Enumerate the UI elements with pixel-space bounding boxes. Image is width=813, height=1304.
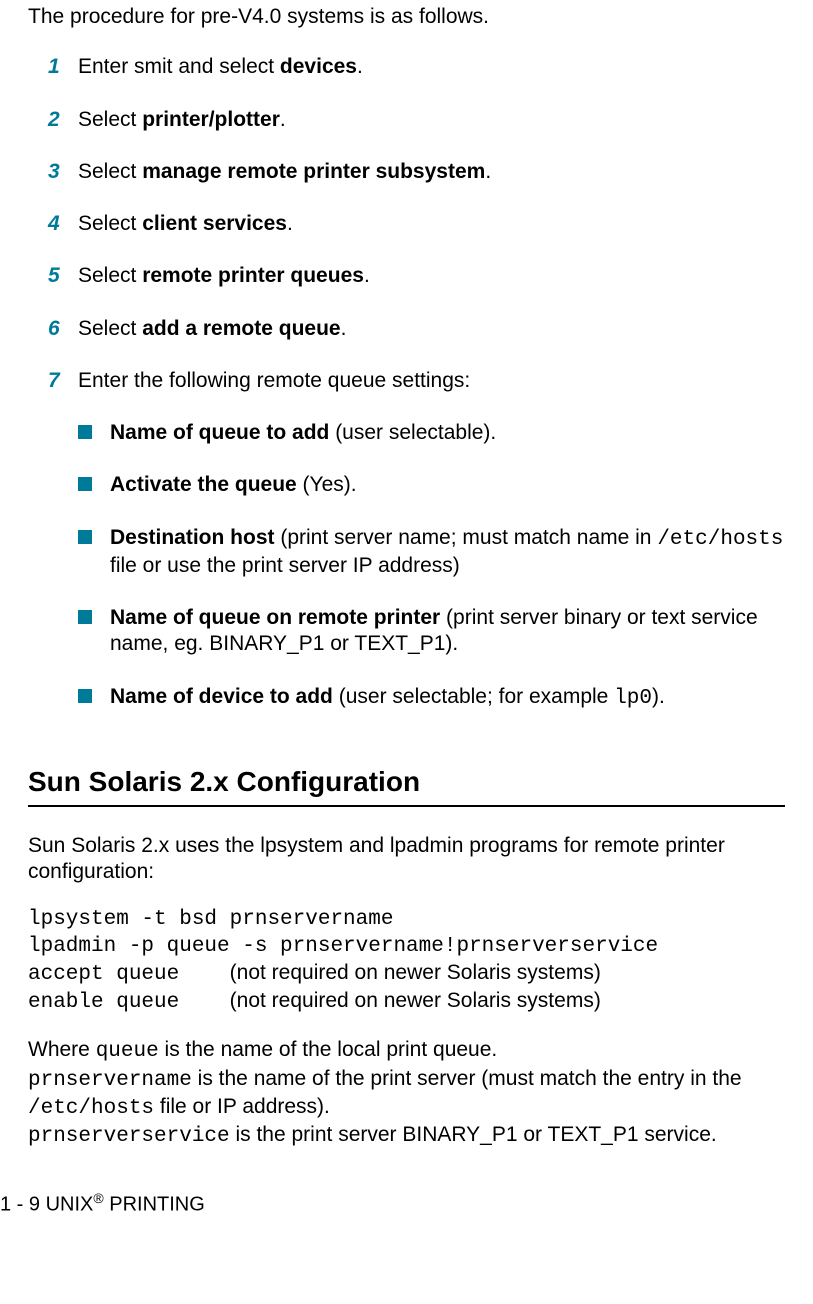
step-body: Select add a remote queue. <box>78 316 785 342</box>
bullet-mono: /etc/hosts <box>657 528 783 551</box>
bullet-text: (Yes). <box>297 473 357 496</box>
step-text-post: . <box>280 108 286 131</box>
solaris-intro-paragraph: Sun Solaris 2.x uses the lpsystem and lp… <box>28 833 785 886</box>
code-line: accept queue (not required on newer Sola… <box>28 960 785 988</box>
step-body: Select printer/plotter. <box>78 107 785 133</box>
bullet-body: Name of queue on remote printer (print s… <box>110 605 785 658</box>
bullet-body: Destination host (print server name; mus… <box>110 525 785 580</box>
step-number: 6 <box>48 316 78 342</box>
step-text-pre: Enter smit and select <box>78 55 280 78</box>
step-body: Select remote printer queues. <box>78 263 785 289</box>
bullet-body: Name of device to add (user selectable; … <box>110 684 785 712</box>
explain-text: file or IP address). <box>154 1095 330 1118</box>
bullet-text-a: (user selectable; for example <box>333 685 614 708</box>
bullet-item: Activate the queue (Yes). <box>78 472 785 498</box>
step-text-bold: add a remote queue <box>142 317 340 340</box>
step-number: 4 <box>48 211 78 237</box>
step-text-pre: Select <box>78 160 142 183</box>
step-text-bold: devices <box>280 55 357 78</box>
bullet-bold: Name of queue on remote printer <box>110 606 440 629</box>
square-bullet-icon <box>78 689 92 703</box>
step-7: 7 Enter the following remote queue setti… <box>48 368 785 738</box>
code-block: lpsystem -t bsd prnservername lpadmin -p… <box>28 907 785 1016</box>
step-text-post: . <box>287 212 293 235</box>
code-line: lpadmin -p queue -s prnservername!prnser… <box>28 934 785 960</box>
step-6: 6 Select add a remote queue. <box>48 316 785 342</box>
bullet-body: Activate the queue (Yes). <box>110 472 785 498</box>
square-bullet-icon <box>78 610 92 624</box>
steps-list: 1 Enter smit and select devices. 2 Selec… <box>48 54 785 738</box>
bullet-item: Name of device to add (user selectable; … <box>78 684 785 712</box>
bullet-body: Name of queue to add (user selectable). <box>110 420 785 446</box>
explain-text: is the print server BINARY_P1 or TEXT_P1… <box>230 1123 717 1146</box>
step-number: 1 <box>48 54 78 80</box>
step-1: 1 Enter smit and select devices. <box>48 54 785 80</box>
step-text-pre: Select <box>78 264 142 287</box>
step-body: Enter the following remote queue setting… <box>78 368 785 738</box>
step-text-post: . <box>485 160 491 183</box>
code-note: (not required on newer Solaris systems) <box>230 989 601 1012</box>
step-5: 5 Select remote printer queues. <box>48 263 785 289</box>
step-2: 2 Select printer/plotter. <box>48 107 785 133</box>
page-footer: 1 - 9 UNIX® PRINTING <box>0 1190 785 1218</box>
code-note: (not required on newer Solaris systems) <box>230 961 601 984</box>
bullet-text-b: file or use the print server IP address) <box>110 554 460 577</box>
bullet-bold: Name of device to add <box>110 685 333 708</box>
step-text-pre: Enter the following remote queue setting… <box>78 369 470 392</box>
bullet-item: Name of queue to add (user selectable). <box>78 420 785 446</box>
bullet-text: (user selectable). <box>329 421 496 444</box>
step-text-pre: Select <box>78 212 142 235</box>
registered-symbol: ® <box>93 1190 103 1206</box>
bullet-text-b: ). <box>652 685 665 708</box>
square-bullet-icon <box>78 425 92 439</box>
step-number: 7 <box>48 368 78 394</box>
bullet-text-a: (print server name; must match name in <box>275 526 658 549</box>
explain-text: is the name of the local print queue. <box>159 1038 498 1061</box>
step-text-post: . <box>364 264 370 287</box>
step-text-post: . <box>357 55 363 78</box>
step-text-pre: Select <box>78 317 142 340</box>
code-line: lpsystem -t bsd prnservername <box>28 907 785 933</box>
step-text-bold: remote printer queues <box>142 264 364 287</box>
footer-text-b: PRINTING <box>104 1194 205 1216</box>
explain-paragraph: Where queue is the name of the local pri… <box>28 1037 785 1150</box>
intro-paragraph: The procedure for pre-V4.0 systems is as… <box>28 4 785 30</box>
section-heading: Sun Solaris 2.x Configuration <box>28 764 785 807</box>
bullet-bold: Destination host <box>110 526 275 549</box>
explain-mono: queue <box>96 1040 159 1063</box>
step-text-bold: printer/plotter <box>142 108 280 131</box>
step-body: Enter smit and select devices. <box>78 54 785 80</box>
step-number: 5 <box>48 263 78 289</box>
explain-mono: prnservername <box>28 1069 192 1092</box>
bullet-bold: Activate the queue <box>110 473 297 496</box>
code-text: accept queue <box>28 963 179 986</box>
code-line: enable queue (not required on newer Sola… <box>28 988 785 1016</box>
step-text-pre: Select <box>78 108 142 131</box>
step-body: Select client services. <box>78 211 785 237</box>
step-text-bold: client services <box>142 212 287 235</box>
step-4: 4 Select client services. <box>48 211 785 237</box>
step-body: Select manage remote printer subsystem. <box>78 159 785 185</box>
step-number: 3 <box>48 159 78 185</box>
bullet-bold: Name of queue to add <box>110 421 329 444</box>
bullet-item: Destination host (print server name; mus… <box>78 525 785 580</box>
footer-text-a: 1 - 9 UNIX <box>0 1194 93 1216</box>
bullet-mono: lp0 <box>614 687 652 710</box>
explain-mono: prnserverservice <box>28 1125 230 1148</box>
step-number: 2 <box>48 107 78 133</box>
code-text: enable queue <box>28 991 179 1014</box>
square-bullet-icon <box>78 477 92 491</box>
square-bullet-icon <box>78 530 92 544</box>
bullet-list: Name of queue to add (user selectable). … <box>78 420 785 712</box>
step-text-bold: manage remote printer subsystem <box>142 160 485 183</box>
step-3: 3 Select manage remote printer subsystem… <box>48 159 785 185</box>
step-text-post: . <box>341 317 347 340</box>
bullet-item: Name of queue on remote printer (print s… <box>78 605 785 658</box>
explain-text: is the name of the print server (must ma… <box>192 1067 742 1090</box>
explain-text: Where <box>28 1038 96 1061</box>
explain-mono: /etc/hosts <box>28 1097 154 1120</box>
